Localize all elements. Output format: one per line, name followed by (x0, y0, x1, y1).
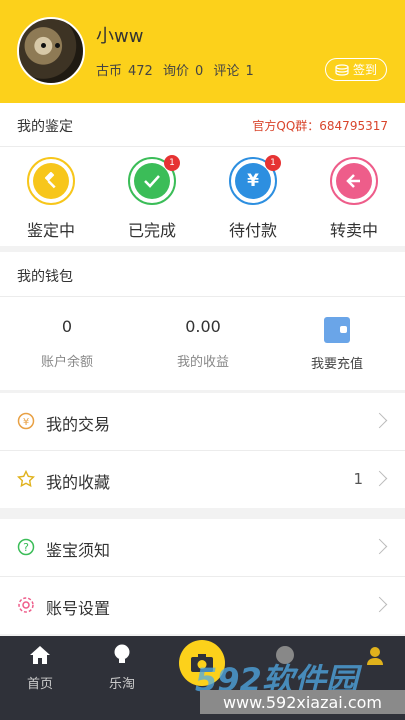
wallet-title: 我的钱包 (17, 269, 73, 285)
status-reselling[interactable]: 转卖中 (314, 157, 394, 241)
coin-stack-icon (335, 63, 349, 76)
status-pending-payment[interactable]: ¥ 1 待付款 (213, 155, 293, 241)
yen-icon: ¥ (235, 163, 271, 199)
inquiry-value: 0 (195, 64, 204, 79)
menu-my-trades[interactable]: ¥ 我的交易 (0, 393, 405, 450)
favorites-count: 1 (353, 470, 363, 488)
comment-label: 评论 (213, 64, 240, 79)
wallet-row: 0 账户余额 0.00 我的收益 我要充值 (0, 297, 405, 390)
gear-icon (18, 597, 34, 613)
check-icon (134, 163, 170, 199)
status-completed[interactable]: 1 已完成 (112, 155, 192, 241)
income-label: 我的收益 (176, 355, 229, 370)
back-arrow-icon (336, 163, 372, 199)
menu-label: 我的交易 (46, 415, 111, 434)
sign-in-label: 签到 (352, 63, 377, 77)
menu-label: 鉴宝须知 (46, 541, 111, 560)
appraisal-title: 我的鉴定 (17, 119, 73, 135)
username: 小ww (96, 26, 144, 47)
chevron-right-icon (371, 412, 388, 429)
recharge-label: 我要充值 (310, 357, 363, 372)
balance-value: 0 (61, 317, 73, 336)
star-icon (17, 470, 35, 488)
status-label: 待付款 (228, 221, 277, 240)
tab-label: 首页 (26, 677, 53, 692)
profile-header: 小ww 古币 472 询价 0 评论 1 签到 (0, 0, 405, 103)
income-value: 0.00 (185, 317, 221, 336)
avatar[interactable] (17, 17, 85, 85)
qq-group-link[interactable]: 官方QQ群：684795317 (252, 117, 388, 134)
menu-label: 我的收藏 (46, 473, 111, 492)
menu-my-favorites[interactable]: 我的收藏 1 (0, 451, 405, 508)
appraisal-status-row: 鉴定中 1 已完成 ¥ 1 待付款 转卖中 (0, 147, 405, 246)
appraisal-section-header: 我的鉴定 官方QQ群：684795317 (0, 103, 405, 146)
account-balance[interactable]: 0 账户余额 (7, 317, 127, 370)
chevron-right-icon (371, 538, 388, 555)
menu-appraisal-notice[interactable]: ? 鉴宝须知 (0, 519, 405, 576)
my-income[interactable]: 0.00 我的收益 (143, 317, 263, 370)
coins-value: 472 (128, 64, 153, 79)
comment-value: 1 (245, 64, 254, 79)
sign-in-button[interactable]: 签到 (325, 58, 387, 81)
wallet-section-header: 我的钱包 (0, 252, 405, 296)
coin-circle-icon: ¥ (17, 412, 35, 430)
tab-home[interactable]: 首页 (10, 642, 70, 692)
lightbulb-icon (92, 642, 152, 668)
chevron-right-icon (371, 596, 388, 613)
status-label: 已完成 (127, 221, 176, 240)
recharge-button[interactable]: 我要充值 (277, 317, 397, 372)
wallet-icon (324, 317, 350, 343)
help-circle-icon: ? (17, 538, 35, 556)
svg-text:¥: ¥ (23, 417, 29, 428)
menu-label: 账号设置 (46, 599, 111, 618)
coins-label: 古币 (96, 64, 123, 79)
gavel-icon (33, 163, 69, 199)
balance-label: 账户余额 (40, 355, 93, 370)
pending-badge: 1 (265, 155, 281, 171)
tab-letao[interactable]: 乐淘 (92, 642, 152, 692)
watermark-url: www.592xiazai.com (200, 690, 405, 714)
status-appraising[interactable]: 鉴定中 (11, 157, 91, 241)
tab-label: 乐淘 (108, 677, 135, 692)
menu-account-settings[interactable]: 账号设置 (0, 577, 405, 634)
status-label: 鉴定中 (26, 221, 75, 240)
profile-stats: 古币 472 询价 0 评论 1 (96, 60, 260, 79)
status-label: 转卖中 (329, 221, 378, 240)
home-icon (10, 642, 70, 668)
inquiry-label: 询价 (162, 64, 189, 79)
completed-badge: 1 (164, 155, 180, 171)
chevron-right-icon (371, 470, 388, 487)
svg-text:?: ? (23, 541, 29, 554)
